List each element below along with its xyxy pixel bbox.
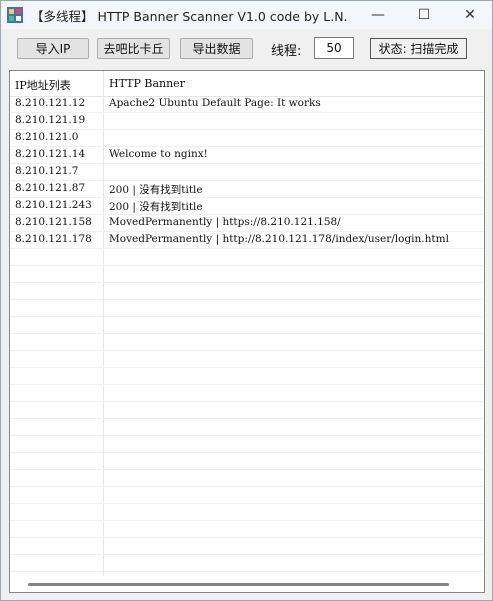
table-row[interactable]: 8.210.121.178 MovedPermanently | http://8… — [10, 232, 484, 249]
ip-cell: 8.210.121.12 — [15, 97, 86, 109]
table-row[interactable]: 8.210.121.12 Apache2 Ubuntu Default Page:… — [10, 96, 484, 113]
export-data-button[interactable]: 导出数据 — [180, 38, 253, 59]
ip-cell: 8.210.121.87 — [15, 182, 86, 194]
table-row[interactable] — [10, 351, 484, 368]
table-row[interactable] — [10, 385, 484, 402]
start-scan-button[interactable]: 去吧比卡丘 — [97, 38, 170, 59]
table-row[interactable] — [10, 368, 484, 385]
table-row[interactable]: 8.210.121.87 200 | 没有找到title — [10, 181, 484, 198]
table-row[interactable]: 8.210.121.14 Welcome to nginx! — [10, 147, 484, 164]
toolbar: 导入IP 去吧比卡丘 导出数据 线程: 50 状态: 扫描完成 — [1, 30, 492, 66]
ip-cell: 8.210.121.7 — [15, 165, 79, 177]
table-row[interactable] — [10, 249, 484, 266]
column-header-ip[interactable]: IP地址列表 — [15, 77, 71, 93]
thread-count-input[interactable]: 50 — [314, 37, 354, 59]
table-row[interactable] — [10, 402, 484, 419]
app-icon — [7, 7, 23, 23]
table-row[interactable]: 8.210.121.19 — [10, 113, 484, 130]
close-button[interactable]: ✕ — [447, 1, 493, 29]
table-row[interactable] — [10, 453, 484, 470]
title-bar[interactable]: 【多线程】 HTTP Banner Scanner V1.0 code by L… — [1, 1, 492, 29]
table-row[interactable] — [10, 283, 484, 300]
ip-cell: 8.210.121.19 — [15, 114, 86, 126]
ip-cell: 8.210.121.243 — [15, 199, 92, 211]
table-row[interactable] — [10, 266, 484, 283]
list-rows: 8.210.121.12 Apache2 Ubuntu Default Page:… — [10, 96, 484, 589]
ip-cell: 8.210.121.0 — [15, 131, 79, 143]
table-row[interactable] — [10, 555, 484, 572]
results-list[interactable]: IP地址列表 HTTP Banner 8.210.121.12 Apache2 U… — [9, 70, 485, 593]
table-row[interactable] — [10, 300, 484, 317]
minimize-button[interactable]: — — [355, 1, 401, 29]
banner-cell: 200 | 没有找到title — [109, 184, 203, 196]
table-row[interactable] — [10, 419, 484, 436]
table-row[interactable] — [10, 436, 484, 453]
horizontal-scrollbar[interactable] — [10, 576, 484, 592]
table-row[interactable]: 8.210.121.7 — [10, 164, 484, 181]
banner-cell: 200 | 没有找到title — [109, 201, 203, 213]
ip-cell: 8.210.121.14 — [15, 148, 86, 160]
maximize-button[interactable]: ☐ — [401, 1, 447, 29]
table-row[interactable] — [10, 487, 484, 504]
table-row[interactable] — [10, 504, 484, 521]
status-indicator: 状态: 扫描完成 — [370, 38, 467, 59]
app-window: 【多线程】 HTTP Banner Scanner V1.0 code by L… — [0, 0, 493, 601]
banner-cell: MovedPermanently | https://8.210.121.158… — [109, 216, 341, 228]
table-row[interactable]: 8.210.121.158 MovedPermanently | https://… — [10, 215, 484, 232]
column-header-banner[interactable]: HTTP Banner — [109, 77, 185, 90]
window-title: 【多线程】 HTTP Banner Scanner V1.0 code by L… — [31, 9, 348, 24]
table-row[interactable] — [10, 538, 484, 555]
ip-cell: 8.210.121.158 — [15, 216, 92, 228]
table-row[interactable] — [10, 470, 484, 487]
table-row[interactable]: 8.210.121.0 — [10, 130, 484, 147]
import-ip-button[interactable]: 导入IP — [17, 38, 89, 59]
scrollbar-thumb[interactable] — [28, 583, 449, 586]
banner-cell: Apache2 Ubuntu Default Page: It works — [109, 97, 321, 109]
table-row[interactable] — [10, 521, 484, 538]
list-header: IP地址列表 HTTP Banner — [10, 71, 484, 97]
table-row[interactable] — [10, 317, 484, 334]
banner-cell: MovedPermanently | http://8.210.121.178/… — [109, 233, 449, 245]
banner-cell: Welcome to nginx! — [109, 148, 208, 160]
thread-label: 线程: — [271, 44, 302, 59]
table-row[interactable] — [10, 334, 484, 351]
table-row[interactable]: 8.210.121.243 200 | 没有找到title — [10, 198, 484, 215]
ip-cell: 8.210.121.178 — [15, 233, 92, 245]
